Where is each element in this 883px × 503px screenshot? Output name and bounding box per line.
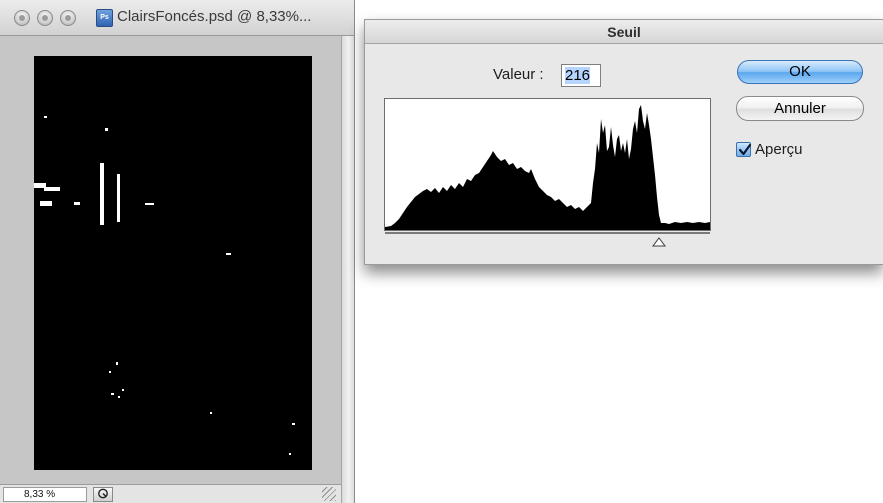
document-titlebar[interactable]: Ps ClairsFoncés.psd @ 8,33%...: [0, 0, 354, 36]
threshold-slider-handle[interactable]: [652, 234, 666, 247]
threshold-value-input[interactable]: 216: [561, 64, 601, 87]
resize-grip[interactable]: [322, 487, 336, 501]
cancel-button[interactable]: Annuler: [736, 96, 864, 121]
histogram-shape: [385, 105, 710, 230]
minimize-window-button[interactable]: [37, 10, 53, 26]
zoom-window-button[interactable]: [60, 10, 76, 26]
ok-button[interactable]: OK: [737, 60, 863, 84]
status-bar: 8,33 %: [0, 484, 341, 503]
histogram-graph: [385, 105, 710, 230]
threshold-value-text: 216: [565, 67, 591, 84]
status-info-icon: [98, 488, 108, 499]
checkmark-icon: [738, 143, 752, 156]
preview-label[interactable]: Aperçu: [755, 141, 803, 158]
status-info-button[interactable]: [93, 487, 113, 502]
psd-file-icon: Ps: [96, 9, 113, 27]
document-title: ClairsFoncés.psd @ 8,33%...: [117, 8, 312, 25]
document-window: Ps ClairsFoncés.psd @ 8,33%... 8,33 %: [0, 0, 355, 503]
preview-checkbox[interactable]: [736, 142, 752, 157]
threshold-preview-image[interactable]: [34, 56, 312, 470]
vertical-scrollbar[interactable]: [341, 36, 354, 503]
zoom-level-field[interactable]: 8,33 %: [3, 487, 87, 502]
triangle-handle-icon: [652, 237, 666, 247]
threshold-value-label: Valeur :: [493, 66, 544, 83]
dialog-title: Seuil: [607, 24, 641, 40]
canvas-area: [0, 36, 341, 484]
histogram[interactable]: [384, 98, 711, 231]
close-window-button[interactable]: [14, 10, 30, 26]
threshold-dialog: Seuil Valeur : 216 OK Annuler Aperçu: [364, 19, 883, 265]
dialog-titlebar[interactable]: Seuil: [365, 20, 883, 44]
